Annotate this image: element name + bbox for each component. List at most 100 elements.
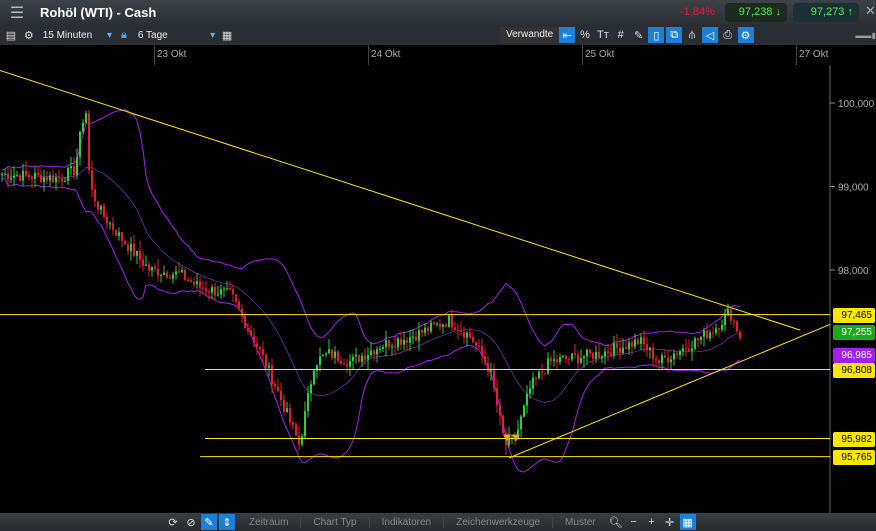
candle-body <box>349 361 351 367</box>
tab-chart-typ[interactable]: Chart Typ <box>301 516 370 528</box>
tab-zeichenwerkzeuge[interactable]: Zeichenwerkzeuge <box>444 516 554 528</box>
settings-edit-icon[interactable]: ⚙ <box>737 27 754 43</box>
candle-body <box>379 348 381 350</box>
candle-icon[interactable]: ▯ <box>648 27 665 43</box>
candle-body <box>658 360 660 363</box>
candle-body <box>403 339 405 345</box>
candle-body <box>472 336 474 343</box>
crosshair-icon[interactable]: ✛ <box>662 514 678 530</box>
candle-body <box>589 349 591 354</box>
candle-body <box>448 315 450 327</box>
x-tick-label: 25 Okt <box>585 49 615 60</box>
x-tick-label: 27 Okt <box>799 49 829 60</box>
draw-icon[interactable]: ✎ <box>631 27 647 43</box>
candle-body <box>634 339 636 347</box>
zoom-in-icon[interactable]: + <box>644 514 660 530</box>
candle-body <box>436 323 438 325</box>
candle-body <box>97 201 99 210</box>
sell-price-button[interactable]: 97,238 ↓ <box>725 3 787 22</box>
text-size-icon[interactable]: Tт <box>595 27 611 43</box>
candle-body <box>682 348 684 352</box>
candle-body <box>283 400 285 412</box>
candle-body <box>361 355 363 362</box>
candle-body <box>37 172 39 175</box>
refresh-icon[interactable]: ⟳ <box>165 514 181 530</box>
candle-body <box>232 289 234 295</box>
close-icon[interactable]: ✕ <box>865 3 876 19</box>
grid-icon[interactable]: # <box>613 27 629 43</box>
candle-body <box>130 243 132 252</box>
candle-body <box>607 351 609 354</box>
candle-body <box>40 174 42 183</box>
candle-body <box>343 363 345 365</box>
percent-icon[interactable]: % <box>577 27 593 43</box>
buy-price: 97,273 <box>810 6 845 18</box>
import-icon[interactable]: ⇤ <box>559 27 576 43</box>
candle-body <box>358 354 360 362</box>
calendar-icon[interactable]: ▦ <box>219 27 235 43</box>
chart-mode-icon[interactable]: ▦ <box>679 514 696 530</box>
candle-body <box>13 175 15 178</box>
candle-body <box>655 359 657 361</box>
search-icon[interactable]: 🔍︎ <box>608 514 624 530</box>
candle-body <box>298 435 300 445</box>
candle-body <box>307 393 309 412</box>
list-icon[interactable]: ▤ <box>3 27 19 43</box>
window-layout-icon[interactable]: ▬▬▮ <box>856 31 876 40</box>
price-chart[interactable]: 100,000 99,000 98,000 <box>0 65 876 513</box>
candle-body <box>289 408 291 423</box>
tab-indikatoren[interactable]: Indikatoren <box>370 516 445 528</box>
chart-toolbar: ▤ ⚙ 15 Minuten ▾ 🔒︎ 6 Tage ▾ ▦ Verwandte ⇤… <box>0 25 876 45</box>
candle-body <box>532 377 534 389</box>
candle-body <box>415 336 417 341</box>
menu-icon[interactable]: ☰ <box>0 3 34 23</box>
gear-icon[interactable]: ⚙ <box>21 27 37 43</box>
candle-body <box>487 362 489 372</box>
tab-muster[interactable]: Muster <box>553 517 608 528</box>
interval-select[interactable]: 15 Minuten ▾ <box>39 30 116 41</box>
candle-body <box>538 371 540 379</box>
related-button[interactable]: Verwandte <box>499 27 560 43</box>
candle-body <box>646 344 648 351</box>
candle-body <box>391 346 393 348</box>
updown-icon[interactable]: ⇕ <box>219 514 235 530</box>
candle-body <box>151 267 153 271</box>
x-tick-label: 23 Okt <box>157 49 187 60</box>
candle-body <box>58 177 60 179</box>
compare-icon[interactable]: ⧉ <box>666 27 683 43</box>
label-icon[interactable]: ◁ <box>702 27 718 43</box>
candle-body <box>643 337 645 345</box>
candle-body <box>478 345 480 347</box>
candle-body <box>1 174 3 176</box>
candle-body <box>700 336 702 340</box>
range-select[interactable]: 6 Tage ▾ <box>134 30 219 41</box>
indicator-icon[interactable]: ⫛ <box>684 27 700 43</box>
candle-body <box>73 166 75 176</box>
block-icon[interactable]: ⊘ <box>183 514 199 530</box>
candle-body <box>160 275 162 277</box>
tab-zeitraum[interactable]: Zeitraum <box>237 516 302 528</box>
candle-body <box>496 388 498 406</box>
zoom-out-icon[interactable]: − <box>626 514 642 530</box>
candle-body <box>364 355 366 360</box>
candle-body <box>454 327 456 330</box>
candle-body <box>577 354 579 363</box>
candle-body <box>259 347 261 350</box>
print-icon[interactable]: ⎙ <box>720 27 736 43</box>
candle-body <box>406 339 408 343</box>
candle-body <box>88 113 90 171</box>
buy-price-button[interactable]: 97,273 ↑ <box>793 3 859 22</box>
candle-body <box>670 359 672 363</box>
candle-body <box>400 338 402 345</box>
candle-body <box>346 364 348 367</box>
candle-body <box>481 346 483 357</box>
candle-body <box>163 272 165 276</box>
title-bar: ☰ Rohöl (WTI) - Cash -1,84% 97,238 ↓ 97,… <box>0 0 876 25</box>
candle-body <box>442 324 444 328</box>
candle-body <box>184 269 186 280</box>
candle-body <box>355 354 357 357</box>
lock-icon[interactable]: 🔒︎ <box>116 27 132 43</box>
candle-body <box>439 323 441 328</box>
pencil-icon[interactable]: ✎ <box>201 514 217 530</box>
candle-body <box>181 269 183 273</box>
